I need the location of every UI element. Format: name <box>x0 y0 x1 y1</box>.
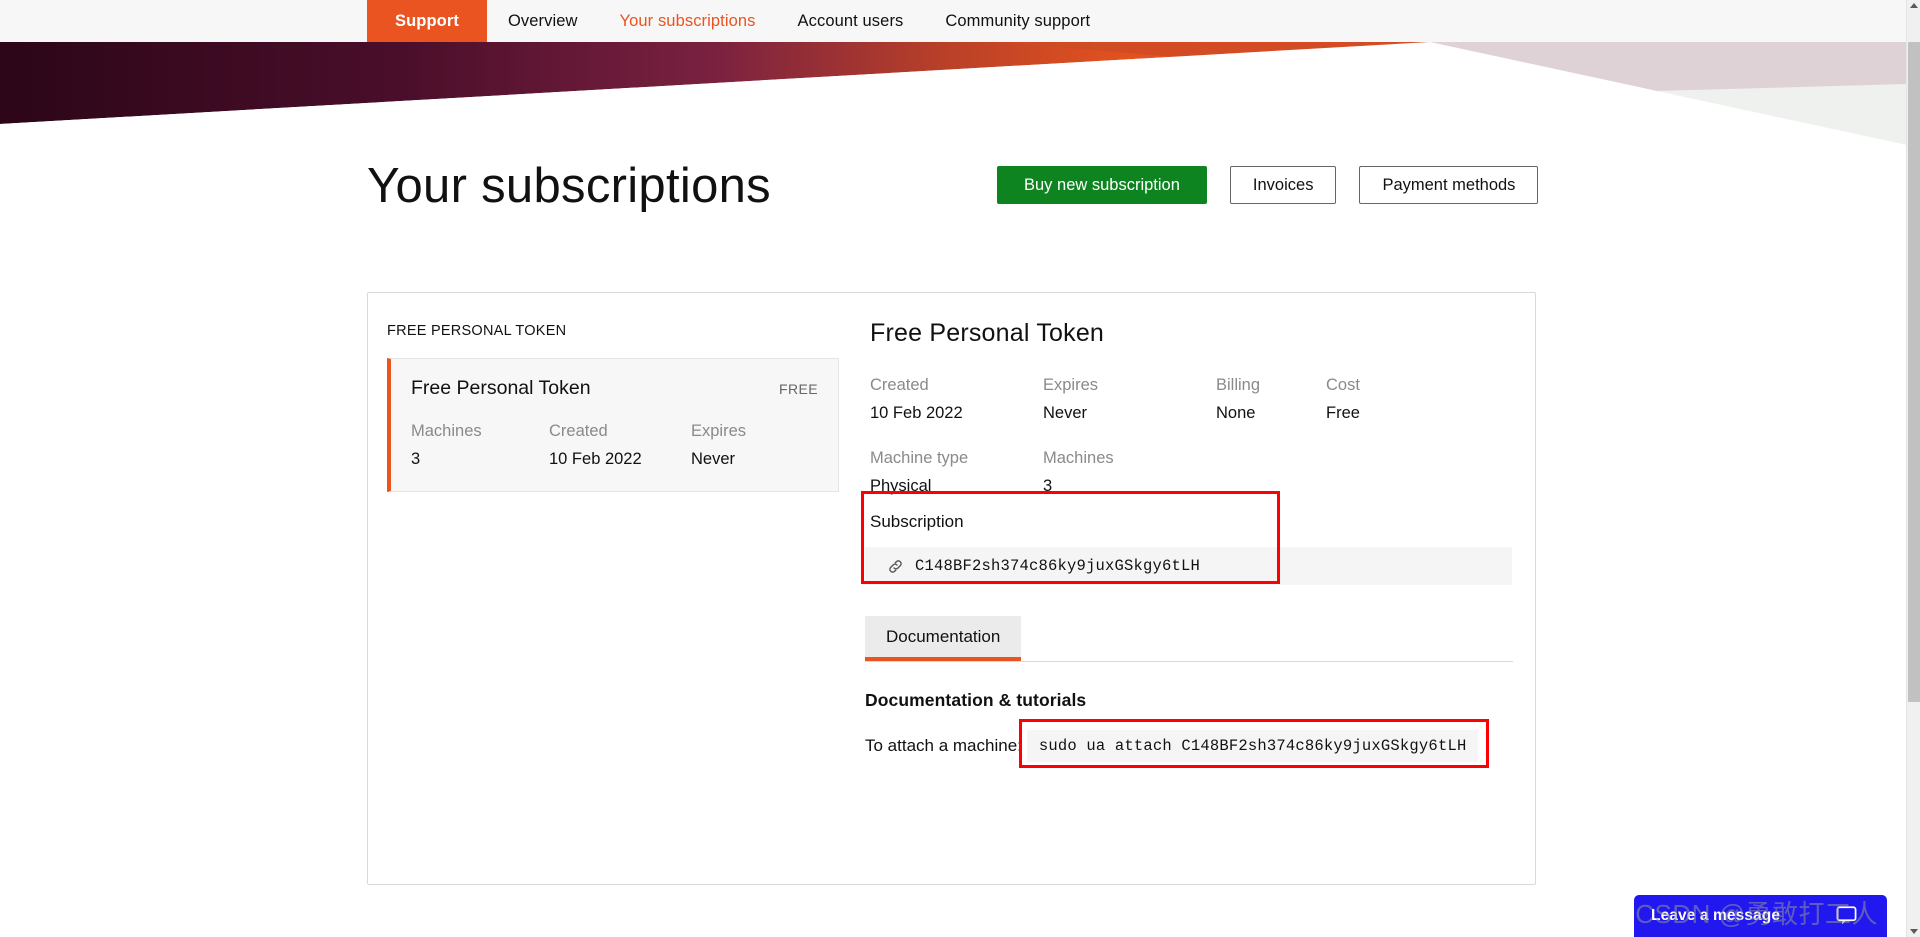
detail-billing: Billing None <box>1216 376 1326 423</box>
detail-machines: Machines 3 <box>1043 449 1216 496</box>
subscription-list-column: FREE PERSONAL TOKEN Free Personal Token … <box>368 293 865 884</box>
detail-cost: Cost Free <box>1326 376 1436 423</box>
subscription-token-label: Subscription <box>870 512 964 531</box>
nav-item-community-support-label: Community support <box>945 11 1091 30</box>
nav-item-support-label: Support <box>395 11 459 30</box>
detail-meta-row-2: Machine type Physical Machines 3 <box>870 449 1537 496</box>
subscription-token-value: C148BF2sh374c86ky9juxGSkgy6tLH <box>915 557 1201 575</box>
banner-graphic <box>0 42 1907 145</box>
buy-new-subscription-button[interactable]: Buy new subscription <box>997 166 1207 204</box>
subscription-list-item-title: Free Personal Token <box>411 377 591 399</box>
detail-created-value: 10 Feb 2022 <box>870 404 963 422</box>
meta-machines: Machines 3 <box>411 422 549 469</box>
scroll-up-arrow-icon[interactable] <box>1910 3 1918 8</box>
nav-item-community-support[interactable]: Community support <box>924 0 1111 42</box>
nav-item-overview-label: Overview <box>507 11 578 30</box>
detail-billing-value: None <box>1216 404 1256 422</box>
subscription-list-item-badge: FREE <box>779 381 818 397</box>
subscription-list-item[interactable]: Free Personal Token FREE Machines 3 Crea… <box>387 358 839 492</box>
detail-machine-type-key: Machine type <box>870 449 969 467</box>
detail-machines-key: Machines <box>1043 449 1114 467</box>
attach-machine-label: To attach a machine: <box>865 736 1022 755</box>
meta-expires: Expires Never <box>691 422 746 469</box>
detail-expires-value: Never <box>1043 404 1088 422</box>
scroll-down-arrow-icon[interactable] <box>1910 929 1918 934</box>
meta-expires-value: Never <box>691 450 736 468</box>
page-header-row: Your subscriptions Buy new subscription … <box>367 148 1539 224</box>
nav-left-spacer <box>0 0 367 42</box>
meta-created-value: 10 Feb 2022 <box>549 450 642 468</box>
subscription-group-label: FREE PERSONAL TOKEN <box>387 323 567 339</box>
invoices-button[interactable]: Invoices <box>1229 166 1337 204</box>
detail-machine-type: Machine type Physical <box>870 449 1043 496</box>
meta-machines-key: Machines <box>411 422 482 440</box>
page-title: Your subscriptions <box>367 158 771 213</box>
nav-item-overview[interactable]: Overview <box>487 0 599 42</box>
detail-machine-type-value: Physical <box>870 477 932 495</box>
subscription-token-block: Subscription C148BF2sh374c86ky9juxGSkgy6… <box>865 505 1537 585</box>
nav-item-account-users-label: Account users <box>797 11 904 30</box>
nav-item-support[interactable]: Support <box>367 0 487 42</box>
detail-created-key: Created <box>870 376 929 394</box>
nav-item-your-subscriptions[interactable]: Your subscriptions <box>599 0 777 42</box>
meta-created: Created 10 Feb 2022 <box>549 422 691 469</box>
detail-billing-key: Billing <box>1216 376 1261 394</box>
subscription-list-item-header: Free Personal Token FREE <box>411 377 818 400</box>
top-navigation-bar: Support Overview Your subscriptions Acco… <box>0 0 1907 42</box>
page-action-buttons: Buy new subscription Invoices Payment me… <box>997 166 1539 204</box>
tab-documentation-label: Documentation <box>886 627 1001 646</box>
link-icon <box>889 559 902 573</box>
attach-machine-line: To attach a machine: sudo ua attach C148… <box>865 730 1479 762</box>
detail-cost-key: Cost <box>1326 376 1360 394</box>
chat-bubble-icon <box>1836 906 1857 925</box>
leave-a-message-widget[interactable]: Leave a message <box>1634 895 1887 937</box>
subscription-token-row[interactable]: C148BF2sh374c86ky9juxGSkgy6tLH <box>865 547 1512 585</box>
detail-meta-row-1: Created 10 Feb 2022 Expires Never Billin… <box>870 376 1537 423</box>
page-scrollbar[interactable] <box>1906 0 1920 937</box>
detail-created: Created 10 Feb 2022 <box>870 376 1043 423</box>
detail-expires: Expires Never <box>1043 376 1216 423</box>
nav-item-your-subscriptions-label: Your subscriptions <box>619 11 756 30</box>
meta-created-key: Created <box>549 422 608 440</box>
detail-machines-value: 3 <box>1043 477 1053 495</box>
detail-tabs: Documentation <box>865 616 1513 663</box>
subscription-detail-title: Free Personal Token <box>870 319 1105 347</box>
subscriptions-panel: FREE PERSONAL TOKEN Free Personal Token … <box>367 292 1536 885</box>
detail-cost-value: Free <box>1326 404 1360 422</box>
subscription-detail-column: Free Personal Token Created 10 Feb 2022 … <box>861 293 1537 884</box>
subscription-list-item-meta: Machines 3 Created 10 Feb 2022 Expires N… <box>411 422 818 469</box>
nav-item-account-users[interactable]: Account users <box>777 0 925 42</box>
meta-expires-key: Expires <box>691 422 747 440</box>
meta-machines-value: 3 <box>411 450 421 468</box>
detail-expires-key: Expires <box>1043 376 1099 394</box>
documentation-heading: Documentation & tutorials <box>865 690 1087 710</box>
attach-machine-command[interactable]: sudo ua attach C148BF2sh374c86ky9juxGSkg… <box>1026 730 1479 762</box>
tab-documentation[interactable]: Documentation <box>865 616 1022 662</box>
payment-methods-button[interactable]: Payment methods <box>1359 166 1539 204</box>
leave-a-message-label: Leave a message <box>1651 907 1781 924</box>
decorative-banner <box>0 42 1907 145</box>
scrollbar-thumb[interactable] <box>1908 42 1920 702</box>
